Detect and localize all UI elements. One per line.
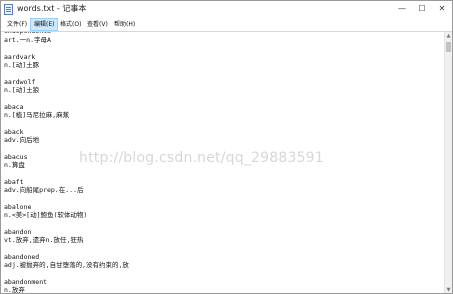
text-line: n.算盘 [4, 161, 25, 169]
text-line: vt.放弃,遗弃n.放任,狂热 [4, 236, 84, 244]
text-line: adv.向后地 [4, 136, 40, 144]
title-bar[interactable]: words.txt - 记事本 — ☐ ✕ [1, 1, 452, 18]
notepad-icon [4, 4, 13, 15]
menu-edit[interactable]: 编辑(E) [30, 18, 59, 31]
scroll-down-icon[interactable]: ▼ [445, 286, 452, 293]
watermark-url: http://blog.csdn.net/qq_29883591 [79, 150, 324, 166]
close-icon[interactable]: ✕ [432, 1, 452, 17]
scroll-up-icon[interactable]: ▲ [445, 32, 452, 40]
menu-bar: 文件(F) 编辑(E) 格式(O) 查看(V) 帮助(H) [1, 18, 452, 32]
menu-view[interactable]: 查看(V) [84, 18, 111, 31]
text-line: adj.被抛弃的,自甘堕落的,没有约束的,放 [4, 261, 129, 269]
menu-help[interactable]: 帮助(H) [111, 18, 138, 31]
text-line: n.<美>[动]鲍鱼(软体动物) [4, 211, 88, 219]
notepad-window: words.txt - 记事本 — ☐ ✕ 文件(F) 编辑(E) 格式(O) … [0, 0, 453, 294]
vertical-scrollbar[interactable]: ▲ ▼ [444, 32, 452, 293]
maximize-icon[interactable]: ☐ [412, 1, 432, 17]
minimize-icon[interactable]: — [392, 1, 412, 17]
text-line: n.[动]土狼 [4, 86, 40, 94]
text-line: n.[植]马尼拉麻,麻蕉 [4, 111, 70, 119]
text-line: n.[动]土豚 [4, 61, 40, 69]
text-line: art.一n.字母A [4, 36, 51, 44]
menu-file[interactable]: 文件(F) [4, 18, 30, 31]
scrollbar-thumb[interactable] [446, 42, 451, 52]
menu-format[interactable]: 格式(O) [57, 18, 84, 31]
text-line: adv.向船尾prep.在...后 [4, 186, 84, 194]
text-line: n.放弃 [4, 286, 25, 294]
window-title: words.txt - 记事本 [17, 4, 87, 13]
